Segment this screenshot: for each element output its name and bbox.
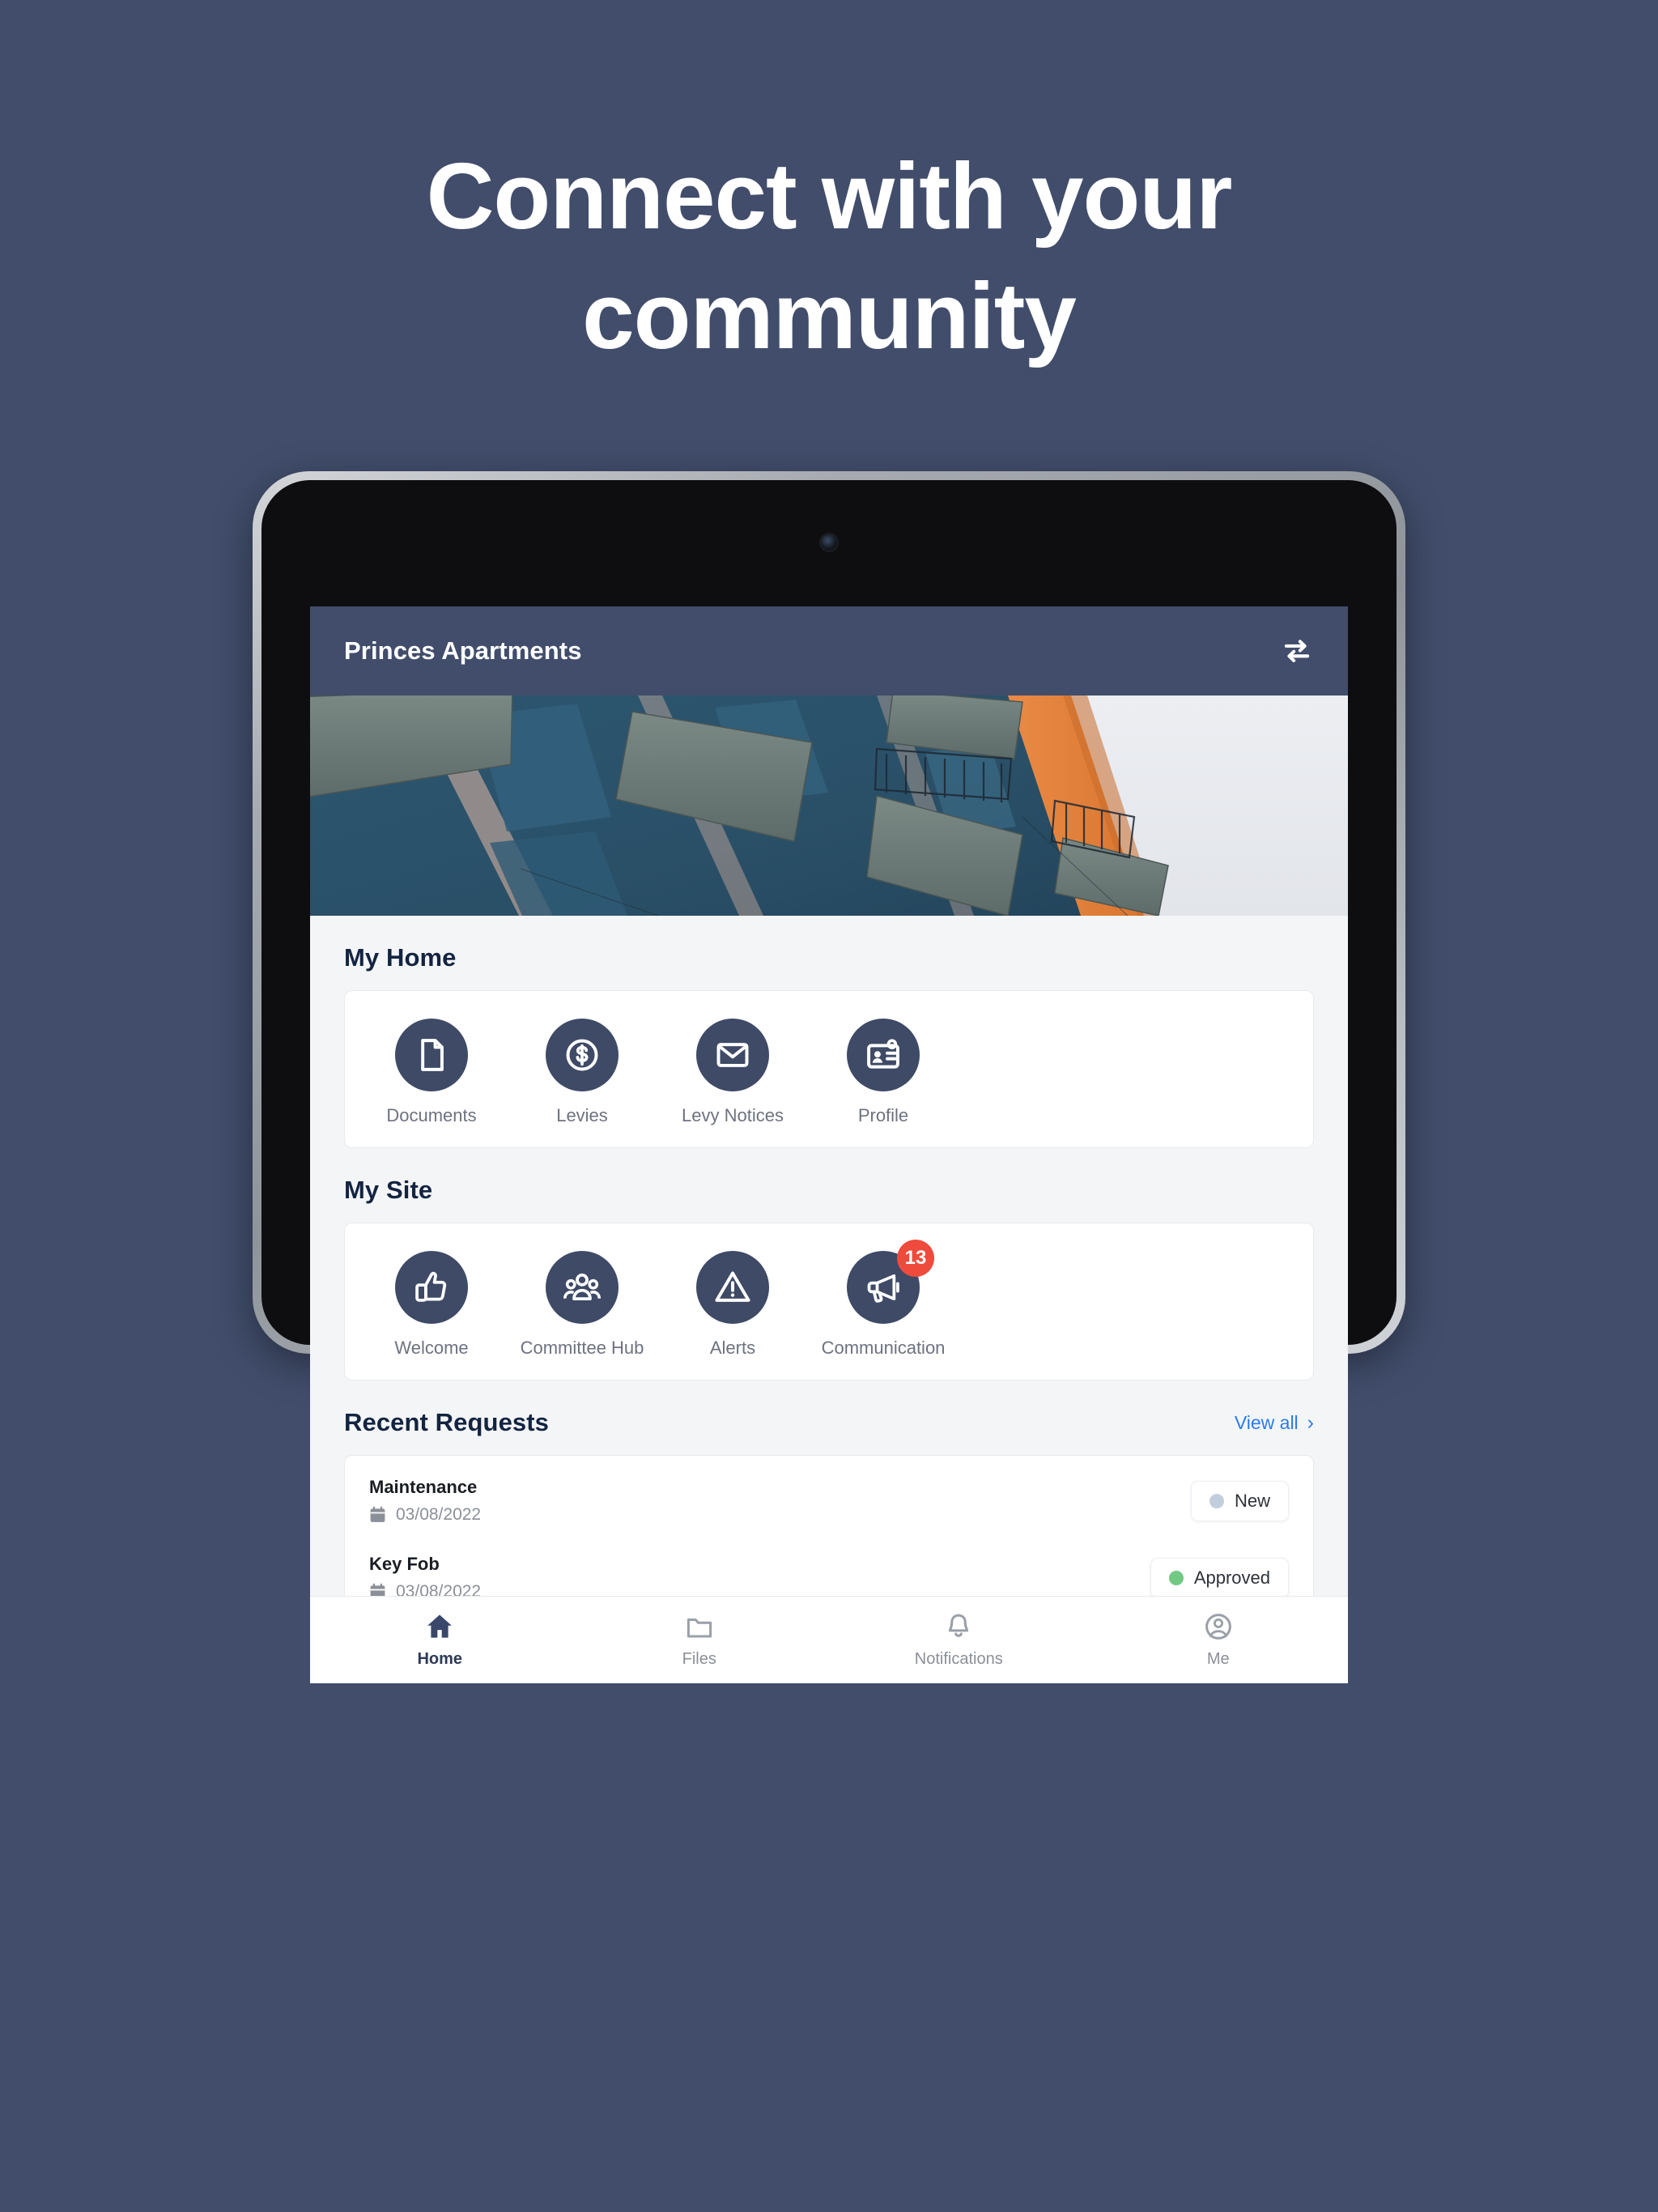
request-date: 03/08/2022 (396, 1505, 482, 1524)
tile-icon-wrap (395, 1251, 468, 1324)
megaphone-icon (867, 1274, 899, 1303)
tile-icon-wrap (847, 1019, 920, 1091)
bottom-navigation-bar: Home Files Notifications Me (310, 1596, 1348, 1683)
tile-communication[interactable]: 13 Communication (808, 1240, 959, 1359)
section-title-my-home: My Home (344, 943, 457, 972)
view-all-label: View all (1234, 1411, 1299, 1433)
warning-triangle-icon (715, 1271, 750, 1302)
tile-label: Levies (556, 1105, 608, 1125)
nav-item-home[interactable]: Home (310, 1597, 570, 1683)
person-circle-icon (1205, 1614, 1231, 1640)
tile-grid-my-site: Welcome Committee Hub Alerts 13 Communic… (344, 1223, 1314, 1380)
status-label: Approved (1193, 1567, 1270, 1588)
tile-label: Levy Notices (682, 1105, 784, 1125)
nav-label: Notifications (914, 1650, 1003, 1668)
tile-label: Committee Hub (520, 1338, 644, 1358)
section-recent-requests: Recent Requests View all › (310, 1380, 1348, 1455)
tile-levy-notices[interactable]: Levy Notices (657, 1019, 808, 1126)
calendar-icon (370, 1506, 385, 1522)
tile-icon-wrap (546, 1019, 619, 1091)
tile-welcome[interactable]: Welcome (356, 1251, 507, 1359)
status-label: New (1234, 1490, 1270, 1511)
chevron-right-icon: › (1307, 1410, 1314, 1434)
table-row[interactable]: Maintenance 03/08/2022 New (345, 1462, 1313, 1539)
section-title-recent-requests: Recent Requests (344, 1408, 550, 1436)
tile-label: Alerts (709, 1338, 756, 1358)
request-title: Maintenance (369, 1477, 478, 1497)
tile-profile[interactable]: Profile (808, 1019, 959, 1126)
headline-line-2: community (582, 263, 1077, 369)
tile-label: Profile (857, 1105, 909, 1125)
recent-requests-view-all-link[interactable]: View all › (1235, 1412, 1314, 1434)
request-date-row: 03/08/2022 (369, 1505, 481, 1525)
page-title: Princes Apartments (344, 636, 582, 665)
tile-icon-wrap (696, 1019, 769, 1091)
status-badge[interactable]: Approved (1150, 1557, 1289, 1598)
section-my-home: My Home (310, 916, 1348, 990)
app-screen: Princes Apartments My Home Documents Lev… (310, 606, 1348, 1683)
document-icon (421, 1039, 444, 1071)
request-info: Maintenance 03/08/2022 (369, 1477, 481, 1525)
tile-committee-hub[interactable]: Committee Hub (507, 1251, 657, 1359)
id-card-icon (867, 1039, 899, 1069)
status-dot (1209, 1493, 1224, 1508)
section-title-my-site: My Site (344, 1176, 433, 1204)
nav-label: Home (417, 1650, 463, 1668)
envelope-icon (716, 1043, 749, 1067)
nav-item-notifications[interactable]: Notifications (829, 1597, 1089, 1683)
status-badge[interactable]: New (1190, 1480, 1289, 1521)
tile-documents[interactable]: Documents (356, 1019, 507, 1126)
tile-label: Welcome (394, 1338, 469, 1358)
nav-label: Me (1206, 1650, 1230, 1668)
tile-label: Communication (821, 1338, 946, 1358)
tile-icon-wrap (696, 1251, 769, 1324)
nav-item-files[interactable]: Files (570, 1597, 830, 1683)
swap-arrows-icon[interactable] (1280, 634, 1314, 668)
request-title: Key Fob (369, 1554, 440, 1574)
tile-grid-my-home: Documents Levies Levy Notices Profile (344, 990, 1314, 1148)
tablet-device-mockup: Princes Apartments My Home Documents Lev… (253, 471, 1405, 1683)
status-dot (1168, 1570, 1184, 1585)
tile-alerts[interactable]: Alerts (657, 1251, 808, 1359)
hero-building-photo (310, 696, 1348, 916)
request-info: Key Fob 03/08/2022 (369, 1554, 481, 1602)
nav-label: Files (682, 1650, 716, 1668)
nav-item-me[interactable]: Me (1089, 1597, 1349, 1683)
bell-icon (949, 1614, 969, 1637)
dollar-coin-icon (566, 1039, 598, 1071)
marketing-headline: Connect with your community (0, 136, 1658, 376)
headline-line-1: Connect with your (426, 143, 1233, 249)
tile-icon-wrap (546, 1251, 619, 1324)
home-icon (427, 1614, 453, 1638)
tile-icon-wrap: 13 (847, 1240, 934, 1324)
people-group-icon (563, 1273, 602, 1301)
folder-icon (687, 1618, 712, 1638)
front-camera-icon (821, 534, 837, 551)
thumbs-up-icon (415, 1271, 447, 1302)
section-my-site: My Site (310, 1148, 1348, 1223)
communication-badge-count: 13 (897, 1240, 934, 1277)
tile-label: Documents (386, 1105, 477, 1125)
tile-icon-wrap (395, 1019, 468, 1091)
tile-levies[interactable]: Levies (507, 1019, 657, 1126)
recent-requests-header: Recent Requests View all › (344, 1408, 1314, 1437)
app-header: Princes Apartments (310, 606, 1348, 696)
